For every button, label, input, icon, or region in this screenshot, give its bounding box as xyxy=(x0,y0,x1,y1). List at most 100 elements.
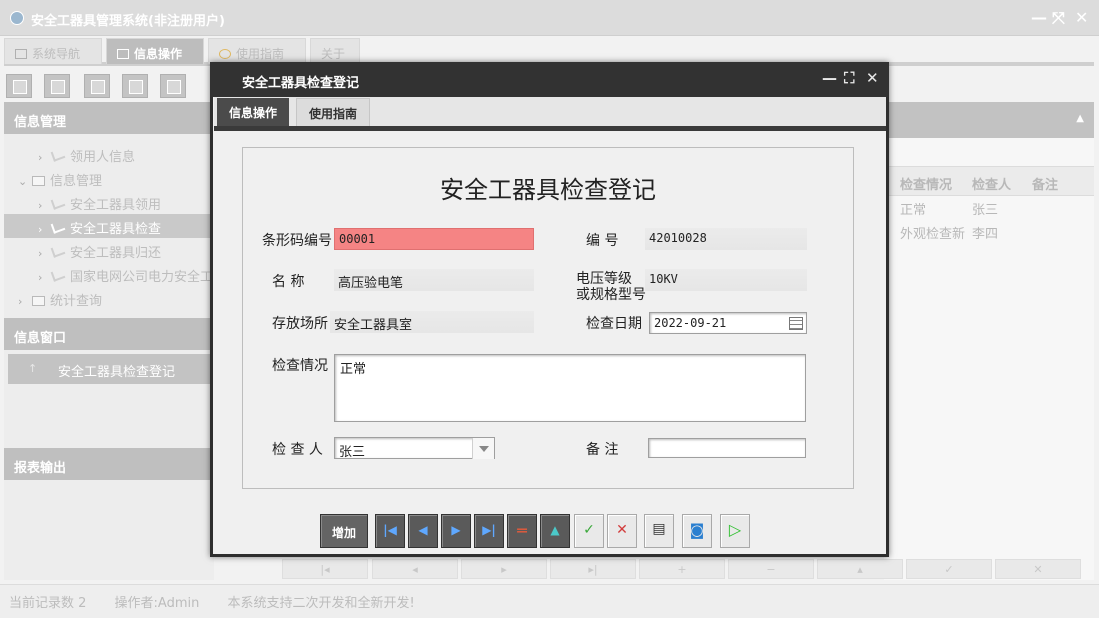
run-button[interactable]: ▷ xyxy=(720,514,750,548)
tree-item-tool-check[interactable]: › 安全工器具检查 xyxy=(4,214,214,238)
status-message: 本系统支持二次开发和全新开发! xyxy=(227,596,415,611)
add-icon[interactable]: + xyxy=(639,559,725,579)
user-card-icon[interactable] xyxy=(122,74,148,98)
location-label: 存放场所 xyxy=(272,316,328,332)
remark-input[interactable] xyxy=(648,438,806,458)
voltage-field[interactable]: 10KV xyxy=(645,269,807,291)
prev-record-button[interactable]: ◀ xyxy=(408,514,438,548)
table-cell: 张三 xyxy=(972,203,999,218)
run-icon: ▷ xyxy=(728,520,742,539)
table-row[interactable]: 外观检查新 李四 xyxy=(884,220,1094,244)
tree-item-tool-borrow[interactable]: › 安全工器具领用 xyxy=(4,190,214,214)
chevron-down-icon[interactable] xyxy=(472,438,494,459)
background-record-nav: |◂ ◂ ▸ ▸| + − ▴ ✓ ✕ xyxy=(280,556,1084,582)
report-output-header[interactable]: 报表输出 xyxy=(4,448,214,480)
next-record-button[interactable]: ▶ xyxy=(441,514,471,548)
tree-item-state-grid[interactable]: › 国家电网公司电力安全工 xyxy=(4,262,214,286)
last-record-button[interactable]: ▶| xyxy=(474,514,504,548)
table-cell: 李四 xyxy=(972,227,999,242)
info-window-header[interactable]: 信息窗口 xyxy=(4,318,214,350)
folder-icon xyxy=(32,296,45,306)
barcode-input[interactable]: 00001 xyxy=(334,228,534,250)
window-item-check-register[interactable]: ↑ 安全工器具检查登记 xyxy=(8,354,214,384)
tab-label: 使用指南 xyxy=(236,47,285,61)
delete-icon[interactable]: − xyxy=(728,559,814,579)
minimize-icon[interactable]: — xyxy=(1031,8,1047,27)
tab-label: 系统导航 xyxy=(32,47,81,61)
list-icon[interactable] xyxy=(44,74,70,98)
tab-user-guide[interactable]: 使用指南 xyxy=(296,98,371,126)
chevron-down-icon: ⌄ xyxy=(18,175,28,188)
tab-system-nav[interactable]: 系统导航 xyxy=(4,38,102,64)
column-header[interactable]: 检查情况 xyxy=(900,174,952,193)
operator-label: 操作者:Admin xyxy=(114,596,200,611)
maximize-icon[interactable]: ⛶ xyxy=(844,69,855,87)
edit-icon: ▲ xyxy=(550,523,560,537)
chevron-right-icon: › xyxy=(18,295,23,308)
close-icon[interactable]: ✕ xyxy=(1075,8,1088,27)
dialog-title-bar[interactable]: 安全工器具检查登记 — ⛶ ✕ xyxy=(210,62,889,97)
tab-info-operation[interactable]: 信息操作 xyxy=(217,98,290,126)
main-title-bar: 安全工器具管理系统(非注册用户) — ⤧ ✕ xyxy=(0,0,1099,36)
check-date-input[interactable]: 2022-09-21 xyxy=(649,312,807,334)
number-label: 编 号 xyxy=(586,233,619,249)
tree-item-statistics[interactable]: › 统计查询 xyxy=(4,286,214,310)
confirm-icon[interactable]: ✓ xyxy=(906,559,992,579)
voltage-label-line2: 或规格型号 xyxy=(576,287,646,303)
cancel-icon: ✕ xyxy=(616,522,628,538)
tab-info-operation[interactable]: 信息操作 xyxy=(106,38,204,64)
collapse-icon[interactable]: ▲ xyxy=(1076,113,1084,124)
dialog-title: 安全工器具检查登记 xyxy=(242,76,360,91)
column-header[interactable]: 备注 xyxy=(1032,174,1058,193)
number-field[interactable]: 42010028 xyxy=(645,228,807,250)
calendar-icon[interactable] xyxy=(789,317,803,330)
tab-about[interactable]: 关于 xyxy=(310,38,360,64)
table-row[interactable]: 正常 张三 xyxy=(884,196,1094,220)
window-icon[interactable] xyxy=(160,74,186,98)
cancel-icon[interactable]: ✕ xyxy=(995,559,1081,579)
delete-button[interactable]: ═ xyxy=(507,514,537,548)
monitor-icon xyxy=(15,49,27,59)
minimize-icon[interactable]: — xyxy=(822,69,837,87)
leaf-icon xyxy=(50,148,66,162)
tree-item-recipient-info[interactable]: › 领用人信息 xyxy=(4,142,214,166)
next-record-icon: ▶ xyxy=(451,523,461,537)
edit-icon[interactable]: ▴ xyxy=(817,559,903,579)
prev-record-icon[interactable]: ◂ xyxy=(372,559,458,579)
preview-button[interactable]: ◙ xyxy=(682,514,712,548)
confirm-button[interactable]: ✓ xyxy=(574,514,604,548)
location-field[interactable]: 安全工器具室 xyxy=(330,311,534,333)
grid-icon xyxy=(117,49,129,59)
inspector-value: 张三 xyxy=(339,445,366,460)
inspector-select[interactable]: 张三 xyxy=(334,437,495,460)
info-management-header[interactable]: 信息管理 xyxy=(4,102,214,134)
prev-record-icon: ◀ xyxy=(418,523,428,537)
tree-item-label: 国家电网公司电力安全工 xyxy=(70,270,214,285)
check-status-textarea[interactable]: 正常 xyxy=(334,354,806,422)
print-button[interactable]: ▤ xyxy=(644,514,674,548)
tree-item-label: 领用人信息 xyxy=(70,150,136,165)
tab-label: 信息操作 xyxy=(134,47,183,61)
close-icon[interactable]: ✕ xyxy=(866,69,879,87)
next-record-icon[interactable]: ▸ xyxy=(461,559,547,579)
grid-panel-header: ▲ xyxy=(884,102,1094,138)
document-icon[interactable] xyxy=(84,74,110,98)
column-header[interactable]: 检查人 xyxy=(972,174,1011,193)
first-record-button[interactable]: |◀ xyxy=(375,514,405,548)
maximize-icon[interactable]: ⤧ xyxy=(1052,8,1065,28)
tree-item-tool-return[interactable]: › 安全工器具归还 xyxy=(4,238,214,262)
search-icon[interactable] xyxy=(6,74,32,98)
add-button[interactable]: 增加 xyxy=(320,514,368,548)
status-bar: 当前记录数 2 操作者:Admin 本系统支持二次开发和全新开发! xyxy=(0,584,1099,618)
check-register-dialog: 安全工器具检查登记 — ⛶ ✕ 信息操作 使用指南 安全工器具检查登记 条形码编… xyxy=(210,62,889,557)
app-logo-icon xyxy=(10,11,24,25)
name-field[interactable]: 高压验电笔 xyxy=(334,269,534,291)
last-record-icon[interactable]: ▸| xyxy=(550,559,636,579)
cancel-button[interactable]: ✕ xyxy=(607,514,637,548)
tab-user-guide[interactable]: 使用指南 xyxy=(208,38,306,64)
first-record-icon[interactable]: |◂ xyxy=(282,559,368,579)
leaf-icon xyxy=(50,244,66,258)
help-icon xyxy=(219,49,231,59)
edit-button[interactable]: ▲ xyxy=(540,514,570,548)
tree-item-info-management[interactable]: ⌄ 信息管理 xyxy=(4,166,214,190)
